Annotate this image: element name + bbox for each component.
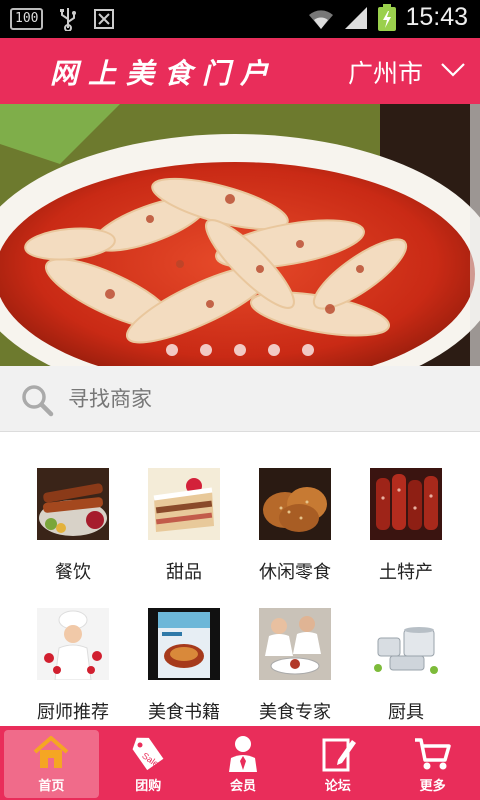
chef-image	[37, 608, 109, 680]
cookware-image	[370, 608, 442, 680]
banner-carousel[interactable]	[0, 104, 480, 366]
clock: 15:43	[405, 3, 468, 31]
bottom-tab-bar: 首页 Sale 团购 会员 论坛 更多	[0, 726, 480, 800]
forum-icon	[322, 738, 356, 772]
carousel-dot[interactable]	[302, 344, 314, 356]
chevron-down-icon[interactable]	[440, 62, 466, 78]
category-label: 土特产	[379, 562, 433, 583]
tab-more[interactable]: 更多	[385, 726, 480, 800]
category-item-local-specialty[interactable]: 土特产	[333, 468, 453, 608]
carousel-dot[interactable]	[166, 344, 178, 356]
tab-label: 团购	[135, 779, 162, 794]
wifi-icon	[309, 9, 334, 29]
carousel-dot[interactable]	[234, 344, 246, 356]
search-icon[interactable]	[20, 383, 54, 417]
tab-label: 论坛	[324, 779, 351, 794]
battery-level-badge: 100	[10, 8, 44, 30]
tab-member[interactable]: 会员	[196, 726, 291, 800]
chefs-plating-image	[259, 608, 331, 680]
carousel-indicators[interactable]	[0, 344, 480, 356]
biscuit-image	[259, 468, 331, 540]
home-icon	[34, 736, 69, 768]
sale-tag-icon: Sale	[132, 737, 164, 771]
category-grid: 餐饮 甜品 休闲零食 土特产 厨师推荐 美食书籍 美食专家 厨具	[0, 432, 480, 726]
debug-icon	[94, 9, 115, 29]
page-title: 网上美食门户	[50, 57, 279, 90]
category-item-dessert[interactable]: 甜品	[111, 468, 231, 608]
tab-label: 会员	[229, 779, 256, 794]
battery-icon	[378, 3, 397, 31]
banner-image	[0, 104, 480, 366]
sausage-image	[370, 468, 442, 540]
category-item-dining[interactable]: 餐饮	[0, 468, 120, 608]
cookbook-image	[148, 608, 220, 680]
cake-image	[148, 468, 220, 540]
search-input[interactable]	[68, 383, 448, 415]
signal-icon	[345, 6, 368, 29]
tab-label: 首页	[38, 779, 65, 794]
category-label: 厨具	[388, 702, 424, 723]
tab-group-buy[interactable]: Sale 团购	[101, 726, 196, 800]
bbq-image	[37, 468, 109, 540]
cart-icon	[414, 738, 451, 770]
city-selector-label[interactable]: 广州市	[348, 54, 423, 90]
tab-home[interactable]: 首页	[4, 730, 99, 798]
app-header: 网上美食门户 广州市	[0, 38, 480, 104]
carousel-dot[interactable]	[200, 344, 212, 356]
tab-label: 更多	[419, 779, 446, 794]
member-icon	[228, 736, 257, 772]
carousel-dot[interactable]	[268, 344, 280, 356]
usb-icon	[60, 8, 77, 31]
search-bar[interactable]	[0, 366, 480, 432]
category-item-snacks[interactable]: 休闲零食	[222, 468, 342, 608]
status-bar: 100 15:43	[0, 0, 480, 38]
tab-forum[interactable]: 论坛	[290, 726, 385, 800]
